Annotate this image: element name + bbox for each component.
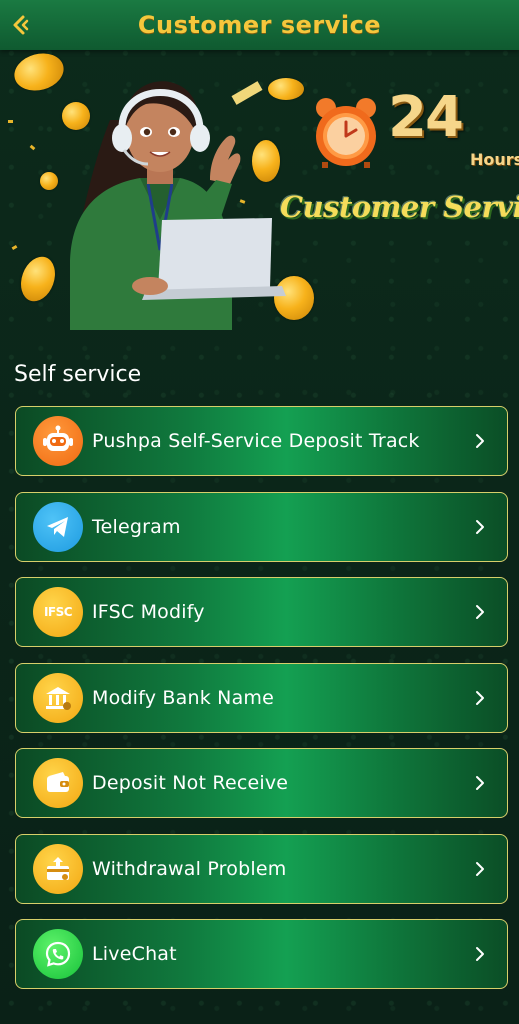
- service-item-label: Pushpa Self-Service Deposit Track: [92, 430, 420, 452]
- section-title: Self service: [14, 362, 142, 387]
- ifsc-icon-text: IFSC: [43, 605, 73, 619]
- confetti: [29, 144, 36, 151]
- top-bar: Customer service: [0, 0, 519, 50]
- service-item-modify-bank-name[interactable]: Modify Bank Name: [15, 662, 508, 733]
- service-item-deposit-not-receive[interactable]: Deposit Not Receive: [15, 748, 508, 818]
- banner-headline: Customer Service: [280, 190, 519, 224]
- page-title: Customer service: [137, 11, 382, 39]
- chevron-right-icon: [476, 434, 484, 448]
- service-item-label: LiveChat: [92, 943, 177, 965]
- service-item-telegram[interactable]: Telegram: [15, 491, 508, 562]
- chevron-left-icon: [13, 15, 29, 35]
- phone-chat-icon: [33, 929, 83, 979]
- back-button[interactable]: [6, 10, 36, 40]
- chevron-right-icon: [476, 519, 484, 534]
- alarm-clock-icon: [316, 98, 376, 168]
- telegram-icon: [33, 501, 83, 552]
- hours-label: Hours: [470, 150, 519, 169]
- support-agent-illustration: [70, 81, 286, 330]
- chevron-right-icon: [476, 605, 484, 619]
- chevron-right-icon: [476, 947, 484, 961]
- service-item-label: Telegram: [92, 515, 181, 538]
- bank-icon: [33, 672, 83, 723]
- service-item-ifsc-modify[interactable]: IFSC IFSC Modify: [15, 577, 508, 647]
- wallet-icon: [33, 758, 83, 808]
- service-item-label: Modify Bank Name: [92, 686, 275, 709]
- support-banner: 24 Hours Customer Service: [0, 50, 519, 340]
- 24-hours-number: 24: [388, 85, 464, 150]
- confetti: [8, 120, 13, 123]
- withdrawal-icon: [33, 843, 83, 894]
- service-item-label: Withdrawal Problem: [92, 857, 287, 880]
- service-item-deposit-track[interactable]: Pushpa Self-Service Deposit Track: [15, 406, 508, 476]
- service-item-withdrawal-problem[interactable]: Withdrawal Problem: [15, 833, 508, 904]
- chevron-right-icon: [476, 776, 484, 790]
- confetti: [11, 244, 18, 251]
- self-service-list: Pushpa Self-Service Deposit Track Telegr…: [15, 406, 508, 1005]
- service-item-livechat[interactable]: LiveChat: [15, 919, 508, 989]
- chevron-right-icon: [476, 861, 484, 876]
- service-item-label: IFSC Modify: [92, 601, 205, 623]
- ifsc-icon: IFSC: [33, 587, 83, 637]
- robot-icon: [33, 416, 83, 466]
- service-item-label: Deposit Not Receive: [92, 772, 289, 794]
- chevron-right-icon: [476, 690, 484, 705]
